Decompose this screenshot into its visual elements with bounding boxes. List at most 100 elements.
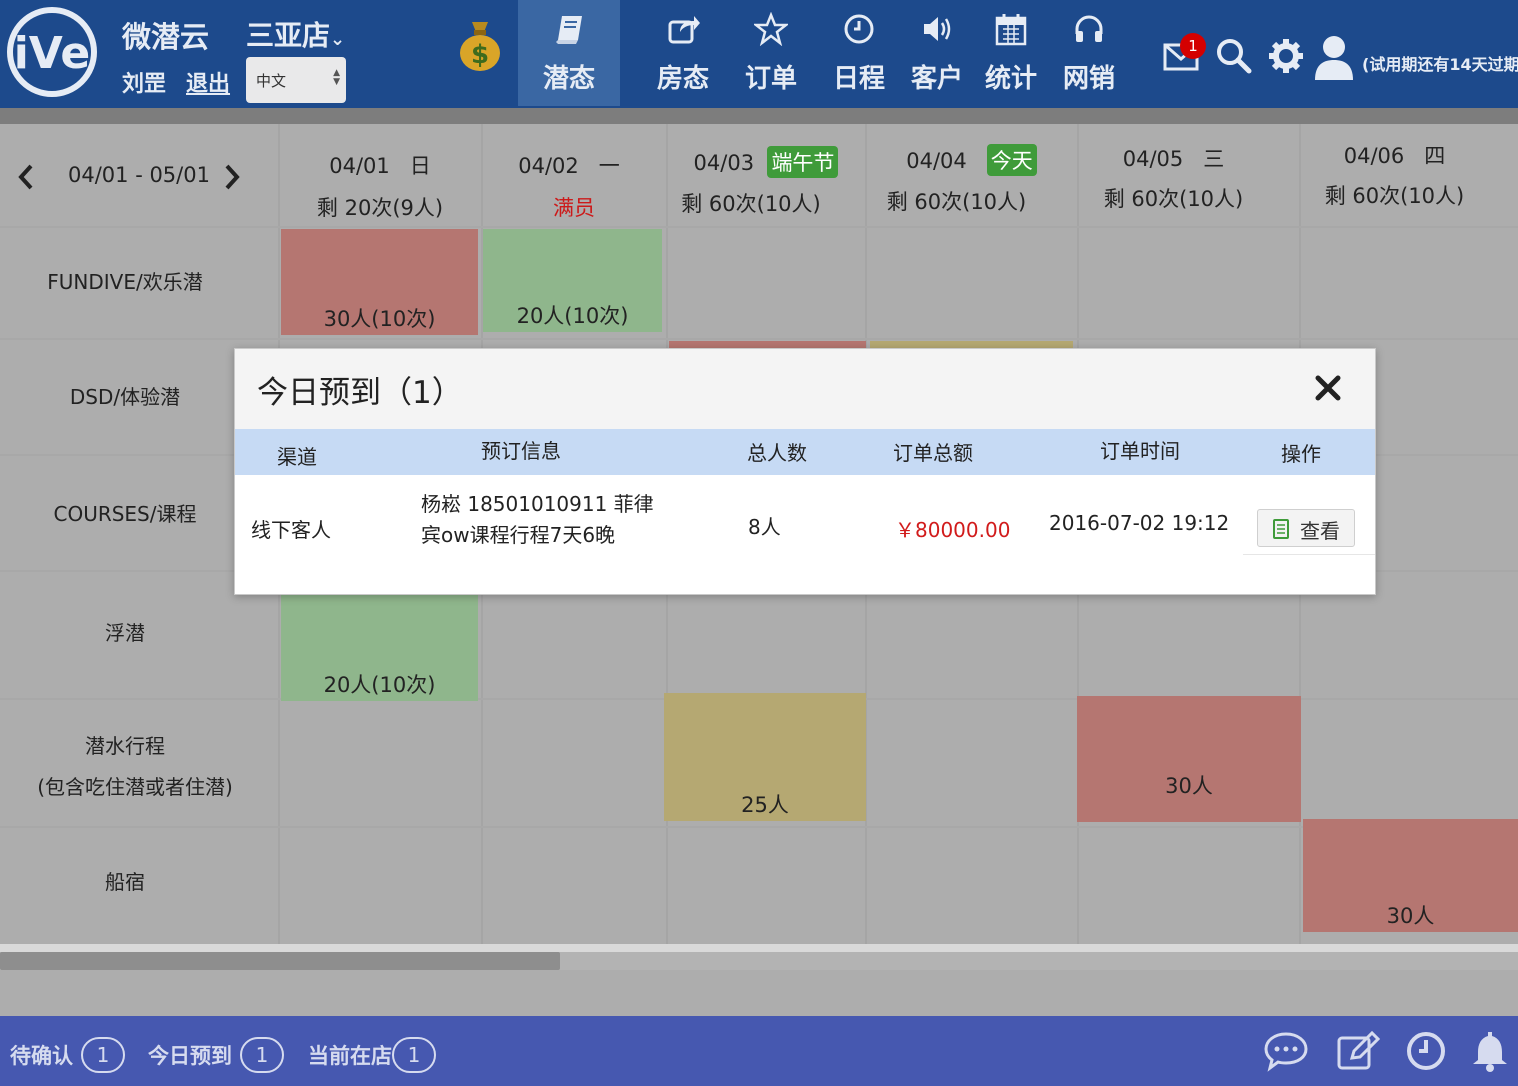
day-date: 04/03 (693, 151, 755, 175)
trial-notice: (试用期还有14天过期 (1362, 55, 1518, 74)
nav-item-room-status[interactable]: 房态 (632, 0, 734, 106)
chevron-down-icon: ⌄ (330, 29, 346, 50)
pending-confirm-link[interactable]: 待确认 (10, 1040, 73, 1070)
gear-icon[interactable] (1266, 36, 1306, 76)
col-channel: 渠道 (277, 445, 317, 469)
arriving-today-count[interactable]: 1 (240, 1037, 284, 1073)
view-order-label: 查看 (1300, 519, 1340, 543)
day-date: 04/06 (1343, 144, 1405, 168)
day-date: 04/04 (906, 149, 967, 173)
svg-text:$: $ (471, 40, 489, 70)
day-weekday: 四 (1424, 144, 1446, 168)
document-icon (1273, 519, 1289, 539)
nav-label: 房态 (656, 64, 709, 94)
day-header[interactable]: 04/04 今天 剩 60次(10人) (867, 124, 1076, 226)
holiday-tag: 端午节 (767, 146, 839, 178)
mail-badge: 1 (1180, 33, 1206, 59)
day-weekday: 三 (1203, 147, 1225, 171)
search-icon[interactable] (1214, 36, 1254, 76)
row-time: 2016-07-02 19:12 (1049, 511, 1230, 535)
nav-item-orders[interactable]: 订单 (720, 0, 822, 106)
booking-block[interactable]: 30人 (1077, 696, 1301, 822)
chat-icon[interactable] (1264, 1030, 1308, 1072)
day-weekday: 日 (409, 154, 431, 178)
headphones-icon (1075, 15, 1103, 42)
nav-label: 网销 (1062, 64, 1115, 94)
in-store-count[interactable]: 1 (392, 1037, 436, 1073)
prev-range-icon[interactable] (14, 162, 38, 192)
store-selector[interactable]: 三亚店⌄ (246, 14, 345, 54)
row-people: 8人 (748, 515, 781, 539)
day-header[interactable]: 04/01 日 剩 20次(9人) (280, 124, 480, 226)
day-remaining: 剩 60次(10人) (681, 192, 821, 216)
brand-name: 微潜云 (122, 20, 210, 54)
day-remaining: 剩 60次(10人) (1103, 187, 1244, 211)
user-name-link[interactable]: 刘罡 (122, 66, 166, 98)
row-divider (0, 826, 1518, 828)
arriving-today-modal: 今日预到（1） 渠道 预订信息 总人数 订单总额 订单时间 操作 线下客人 杨崧… (234, 348, 1376, 595)
view-order-button[interactable]: 查看 (1257, 509, 1355, 547)
booking-label: 20人(10次) (323, 673, 436, 697)
day-header[interactable]: 04/06 四 剩 60次(10人) (1301, 124, 1518, 226)
grid-footer-space (0, 970, 1518, 1016)
day-date: 04/02 (518, 154, 579, 178)
select-arrows-icon: ▲ ▼ (333, 68, 340, 87)
row-label-dive-trip-note: (包含吃住潜或者住潜) (37, 775, 233, 799)
row-label-fundive: FUNDIVE/欢乐潜 (47, 270, 203, 294)
book-icon (556, 16, 582, 44)
speaker-icon (924, 17, 951, 41)
nav-label: 潜态 (542, 64, 595, 94)
row-label-dive-trip: 潜水行程 (85, 734, 165, 758)
row-info-line2: 宾ow课程行程7天6晚 (421, 523, 616, 547)
nav-divider (0, 108, 1518, 124)
day-weekday: 一 (598, 154, 620, 178)
day-remaining: 剩 60次(10人) (1324, 184, 1465, 208)
row-divider (0, 338, 1518, 340)
row-divider (0, 226, 1518, 228)
row-label-liveaboard: 船宿 (105, 870, 145, 894)
day-date: 04/05 (1122, 147, 1184, 171)
day-date: 04/01 (329, 154, 390, 178)
day-header[interactable]: 04/03 端午节 剩 60次(10人) (668, 124, 864, 226)
share-icon (668, 16, 700, 44)
pending-confirm-count[interactable]: 1 (81, 1037, 125, 1073)
next-range-icon[interactable] (220, 162, 244, 192)
clock-icon (844, 14, 874, 44)
row-amount: ￥80000.00 (895, 518, 1011, 542)
booking-label: 30人 (1165, 774, 1213, 798)
today-tag: 今天 (986, 144, 1037, 176)
booking-label: 30人 (1386, 904, 1435, 928)
col-total-people: 总人数 (747, 441, 807, 465)
booking-block[interactable]: 20人(10次) (483, 229, 662, 332)
nav-label: 订单 (744, 64, 797, 94)
edit-icon[interactable] (1336, 1030, 1380, 1072)
arriving-today-link[interactable]: 今日预到 (148, 1040, 232, 1070)
nav-item-online-sales[interactable]: 网销 (1038, 0, 1140, 106)
user-avatar-icon[interactable] (1312, 34, 1356, 82)
booking-block[interactable]: 20人(10次) (281, 594, 478, 701)
booking-block[interactable]: 30人 (1303, 819, 1518, 932)
logout-link[interactable]: 退出 (186, 66, 230, 98)
booking-block[interactable]: 30人(10次) (281, 229, 478, 335)
day-header[interactable]: 04/05 三 剩 60次(10人) (1079, 124, 1298, 226)
scrollbar-thumb[interactable] (0, 952, 560, 970)
language-value: 中文 (256, 72, 287, 90)
booking-label: 20人(10次) (516, 304, 629, 328)
clock-icon[interactable] (1404, 1030, 1448, 1072)
money-bag-icon[interactable]: $ (458, 18, 502, 72)
booking-label: 30人(10次) (323, 307, 436, 331)
modal-title: 今日预到（1） (257, 375, 463, 411)
calendar-icon (995, 14, 1027, 46)
booking-block[interactable]: 25人 (664, 693, 866, 821)
day-remaining: 剩 60次(10人) (886, 190, 1027, 214)
nav-item-diving-status[interactable]: 潜态 (518, 0, 620, 106)
dive-logo[interactable]: iVe (4, 6, 100, 98)
bell-icon[interactable] (1468, 1030, 1512, 1072)
in-store-link[interactable]: 当前在店 (308, 1040, 392, 1070)
day-remaining: 剩 20次(9人) (316, 196, 444, 220)
col-actions: 操作 (1281, 442, 1321, 466)
language-select[interactable]: 中文 ▲ ▼ (246, 57, 346, 103)
row-label-courses: COURSES/课程 (53, 502, 197, 526)
close-icon[interactable] (1313, 373, 1343, 403)
booking-label: 25人 (741, 793, 789, 817)
